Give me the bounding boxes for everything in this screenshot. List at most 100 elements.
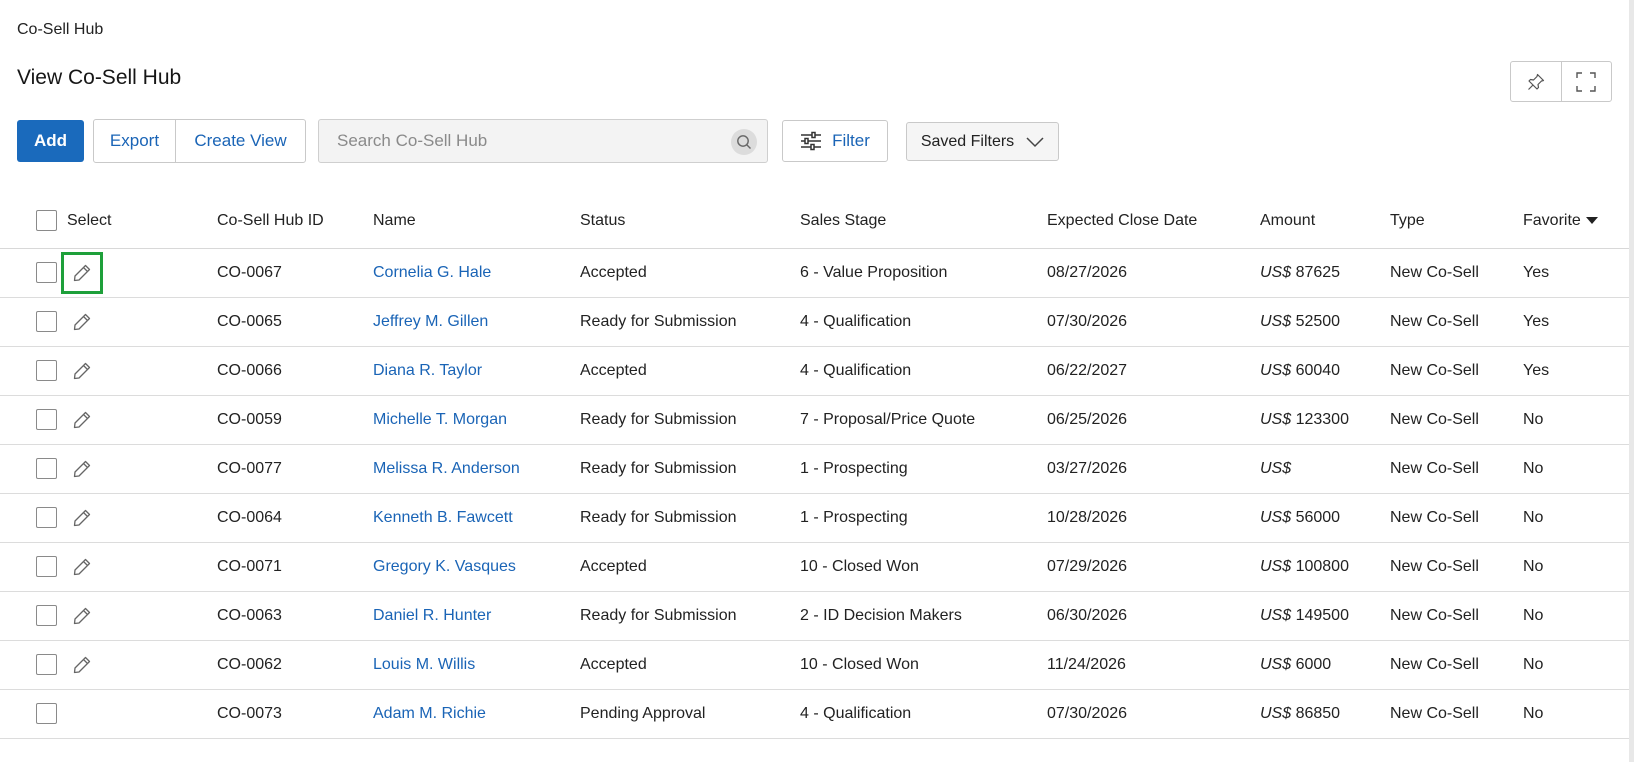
amount-cell: US$ 149500	[1260, 591, 1390, 641]
row-checkbox[interactable]	[36, 507, 57, 528]
chevron-down-icon	[1026, 136, 1044, 147]
amount-cell: US$ 87625	[1260, 248, 1390, 298]
close-date-cell: 10/28/2026	[1047, 493, 1260, 543]
edit-button[interactable]	[61, 546, 103, 588]
row-checkbox[interactable]	[36, 262, 57, 283]
name-link[interactable]: Cornelia G. Hale	[373, 264, 491, 281]
type-cell: New Co-Sell	[1390, 689, 1523, 739]
table-row[interactable]: CO-0065 Jeffrey M. Gillen Ready for Subm…	[0, 297, 1630, 347]
id-cell: CO-0073	[217, 689, 373, 739]
export-create-group: Export Create View	[93, 119, 306, 163]
amount-value: 149500	[1295, 606, 1349, 624]
table-row[interactable]: CO-0073 Adam M. Richie Pending Approval …	[0, 689, 1630, 739]
row-checkbox[interactable]	[36, 605, 57, 626]
sales-stage-cell: 7 - Proposal/Price Quote	[800, 395, 1047, 445]
name-cell: Daniel R. Hunter	[373, 591, 580, 641]
filter-label: Filter	[832, 131, 870, 150]
row-checkbox[interactable]	[36, 360, 57, 381]
col-close-date[interactable]: Expected Close Date	[1047, 194, 1260, 249]
type-cell: New Co-Sell	[1390, 248, 1523, 298]
edit-button[interactable]	[61, 595, 103, 637]
currency-label: US$	[1260, 508, 1292, 526]
close-date-cell: 11/24/2026	[1047, 640, 1260, 690]
table-header-row: Select Co-Sell Hub ID Name Status Sales …	[0, 194, 1630, 249]
col-type[interactable]: Type	[1390, 194, 1523, 249]
name-link[interactable]: Gregory K. Vasques	[373, 558, 516, 575]
name-link[interactable]: Daniel R. Hunter	[373, 607, 491, 624]
export-button[interactable]: Export	[94, 120, 176, 162]
col-id[interactable]: Co-Sell Hub ID	[217, 194, 373, 249]
search-box	[318, 119, 768, 163]
edit-button[interactable]	[61, 251, 103, 294]
pencil-icon	[72, 655, 92, 675]
table-row[interactable]: CO-0059 Michelle T. Morgan Ready for Sub…	[0, 395, 1630, 445]
select-cell	[0, 542, 217, 592]
name-link[interactable]: Adam M. Richie	[373, 705, 486, 722]
select-cell	[0, 444, 217, 494]
col-favorite[interactable]: Favorite	[1523, 194, 1630, 249]
close-date-cell: 06/30/2026	[1047, 591, 1260, 641]
amount-cell: US$ 56000	[1260, 493, 1390, 543]
fullscreen-button[interactable]	[1560, 62, 1612, 101]
currency-label: US$	[1260, 361, 1292, 379]
edit-button[interactable]	[61, 448, 103, 490]
table-row[interactable]: CO-0066 Diana R. Taylor Accepted 4 - Qua…	[0, 346, 1630, 396]
table-row[interactable]: CO-0064 Kenneth B. Fawcett Ready for Sub…	[0, 493, 1630, 543]
edit-button[interactable]	[61, 497, 103, 539]
row-checkbox[interactable]	[36, 556, 57, 577]
favorite-cell: No	[1523, 395, 1630, 445]
col-amount[interactable]: Amount	[1260, 194, 1390, 249]
select-cell	[0, 395, 217, 445]
col-sales-stage[interactable]: Sales Stage	[800, 194, 1047, 249]
pencil-icon	[72, 459, 92, 479]
row-checkbox[interactable]	[36, 458, 57, 479]
row-checkbox[interactable]	[36, 654, 57, 675]
edit-button[interactable]	[61, 301, 103, 343]
window-controls	[1510, 61, 1612, 102]
create-view-button[interactable]: Create View	[176, 120, 305, 162]
table-row[interactable]: CO-0062 Louis M. Willis Accepted 10 - Cl…	[0, 640, 1630, 690]
page-scrollbar[interactable]	[1629, 0, 1634, 762]
close-date-cell: 03/27/2026	[1047, 444, 1260, 494]
sales-stage-cell: 1 - Prospecting	[800, 493, 1047, 543]
table-row[interactable]: CO-0071 Gregory K. Vasques Accepted 10 -…	[0, 542, 1630, 592]
filter-button[interactable]: Filter	[782, 120, 888, 162]
edit-button[interactable]	[61, 644, 103, 686]
amount-value: 60040	[1295, 361, 1341, 379]
page-title: View Co-Sell Hub	[17, 66, 182, 89]
saved-filters-dropdown[interactable]: Saved Filters	[906, 122, 1059, 161]
id-cell: CO-0067	[217, 248, 373, 298]
name-link[interactable]: Kenneth B. Fawcett	[373, 509, 513, 526]
currency-label: US$	[1260, 704, 1292, 722]
row-checkbox[interactable]	[36, 703, 57, 724]
name-link[interactable]: Jeffrey M. Gillen	[373, 313, 488, 330]
sort-desc-icon	[1585, 216, 1598, 224]
name-link[interactable]: Melissa R. Anderson	[373, 460, 520, 477]
pin-button[interactable]	[1511, 62, 1561, 101]
breadcrumb[interactable]: Co-Sell Hub	[17, 21, 103, 39]
name-cell: Louis M. Willis	[373, 640, 580, 690]
table-row[interactable]: CO-0063 Daniel R. Hunter Ready for Submi…	[0, 591, 1630, 641]
col-status[interactable]: Status	[580, 194, 800, 249]
name-link[interactable]: Michelle T. Morgan	[373, 411, 507, 428]
amount-cell: US$ 123300	[1260, 395, 1390, 445]
col-name[interactable]: Name	[373, 194, 580, 249]
table-row[interactable]: CO-0077 Melissa R. Anderson Ready for Su…	[0, 444, 1630, 494]
search-input[interactable]	[319, 120, 767, 162]
table-row[interactable]: CO-0067 Cornelia G. Hale Accepted 6 - Va…	[0, 248, 1630, 298]
pencil-icon	[72, 263, 92, 283]
favorite-header-label: Favorite	[1523, 211, 1581, 229]
search-icon[interactable]	[731, 129, 757, 155]
row-checkbox[interactable]	[36, 409, 57, 430]
row-checkbox[interactable]	[36, 311, 57, 332]
edit-button[interactable]	[61, 350, 103, 392]
close-date-cell: 07/29/2026	[1047, 542, 1260, 592]
type-cell: New Co-Sell	[1390, 640, 1523, 690]
add-button[interactable]: Add	[17, 120, 84, 162]
name-link[interactable]: Louis M. Willis	[373, 656, 475, 673]
select-all-checkbox[interactable]	[36, 210, 57, 232]
sales-stage-cell: 6 - Value Proposition	[800, 248, 1047, 298]
edit-button[interactable]	[61, 399, 103, 441]
name-link[interactable]: Diana R. Taylor	[373, 362, 482, 379]
sales-stage-cell: 4 - Qualification	[800, 297, 1047, 347]
